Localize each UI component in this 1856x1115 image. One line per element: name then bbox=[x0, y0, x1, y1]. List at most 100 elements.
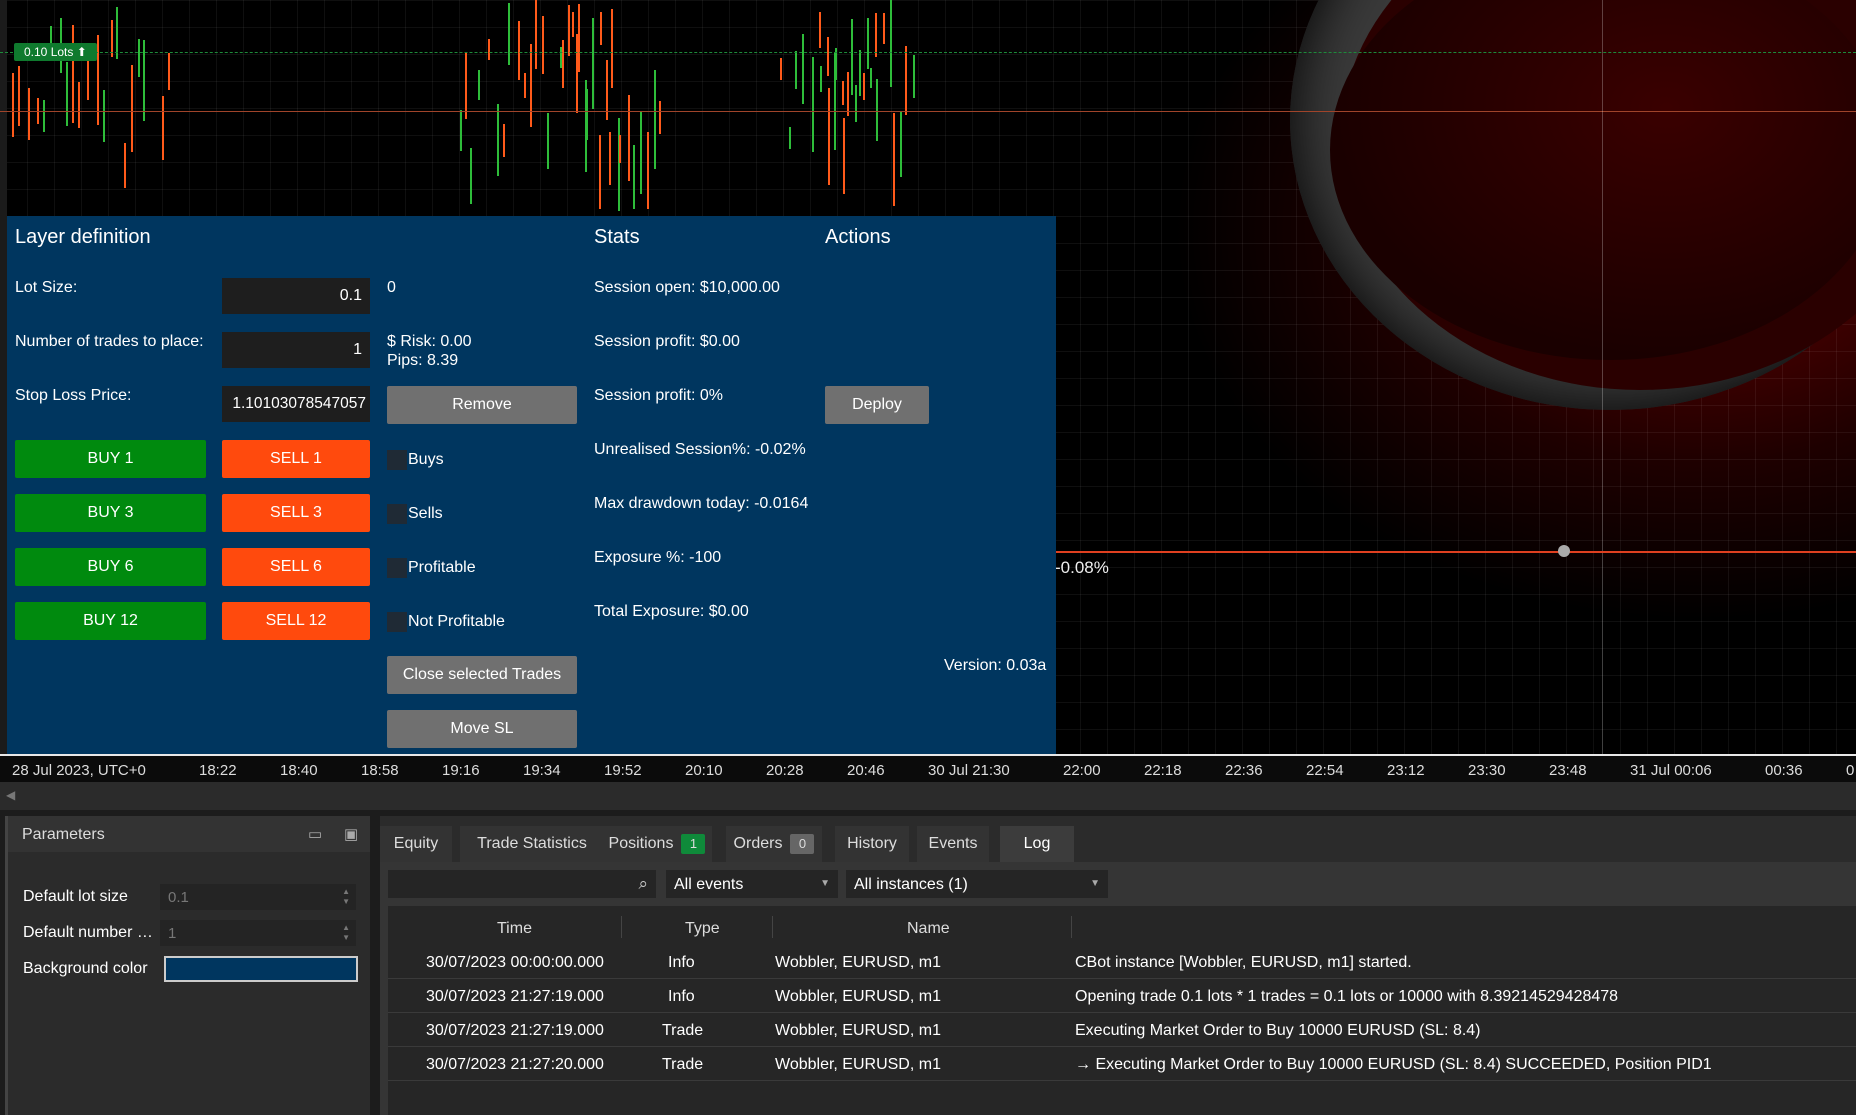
candle bbox=[812, 57, 814, 152]
chevron-down-icon: ▼ bbox=[1090, 878, 1100, 889]
candle bbox=[162, 96, 164, 160]
table-row[interactable]: 30/07/2023 21:27:20.000 Trade Wobbler, E… bbox=[388, 1046, 1856, 1081]
buy-12-button[interactable]: BUY 12 bbox=[15, 602, 206, 640]
sells-checkbox-label: Sells bbox=[408, 505, 443, 522]
time-tick: 19:34 bbox=[523, 762, 561, 779]
spinner-icon[interactable]: ▲ ▼ bbox=[342, 887, 350, 907]
layer-panel: Layer definition Stats Actions Lot Size:… bbox=[7, 216, 1056, 754]
time-tick: 22:54 bbox=[1306, 762, 1344, 779]
sell-3-button[interactable]: SELL 3 bbox=[222, 494, 370, 532]
stop-loss-input[interactable]: 1.10103078547057 bbox=[222, 386, 370, 422]
column-separator[interactable] bbox=[621, 916, 622, 938]
close-selected-trades-button[interactable]: Close selected Trades bbox=[387, 656, 577, 694]
tab-label: Positions bbox=[608, 835, 674, 852]
profitable-checkbox[interactable] bbox=[387, 558, 407, 578]
spinner-icon[interactable]: ▲ ▼ bbox=[342, 923, 350, 943]
lot-line[interactable] bbox=[0, 52, 1856, 53]
column-header-name[interactable]: Name bbox=[907, 920, 950, 938]
move-sl-button[interactable]: Move SL bbox=[387, 710, 577, 748]
candle bbox=[576, 34, 578, 113]
tab-orders[interactable]: Orders 0 bbox=[726, 826, 822, 862]
deploy-button[interactable]: Deploy bbox=[825, 386, 929, 424]
candle bbox=[851, 19, 853, 95]
time-axis[interactable]: 28 Jul 2023, UTC+0 18:22 18:40 18:58 19:… bbox=[0, 754, 1856, 784]
not-profitable-checkbox[interactable] bbox=[387, 612, 407, 632]
candle bbox=[795, 51, 797, 89]
buy-6-button[interactable]: BUY 6 bbox=[15, 548, 206, 586]
table-row[interactable]: 30/07/2023 21:27:19.000 Trade Wobbler, E… bbox=[388, 1012, 1856, 1047]
candle bbox=[819, 12, 821, 48]
candle bbox=[611, 9, 613, 88]
time-tick: 22:36 bbox=[1225, 762, 1263, 779]
actions-heading: Actions bbox=[825, 226, 891, 248]
time-tick: 20:10 bbox=[685, 762, 723, 779]
table-row[interactable]: 30/07/2023 00:00:00.000 Info Wobbler, EU… bbox=[388, 944, 1856, 979]
candle bbox=[12, 73, 14, 137]
buys-checkbox[interactable] bbox=[387, 450, 407, 470]
candle bbox=[547, 113, 549, 169]
log-panel: ⌕ All events ▼ All instances (1) ▼ Time … bbox=[380, 862, 1856, 1115]
chart-scrollbar[interactable]: ◀ bbox=[0, 782, 1856, 810]
log-name: Wobbler, EURUSD, m1 bbox=[775, 988, 941, 1005]
candle bbox=[518, 21, 520, 80]
lots-badge[interactable]: 0.10 Lots ⬆ bbox=[14, 43, 97, 61]
time-tick: 00:36 bbox=[1765, 762, 1803, 779]
num-trades-input[interactable]: 1 bbox=[222, 332, 370, 368]
candle bbox=[18, 66, 20, 126]
candle bbox=[883, 13, 885, 44]
candle bbox=[124, 143, 126, 188]
stat-exposure-pct: Exposure %: -100 bbox=[594, 549, 722, 566]
tab-trade-statistics[interactable]: Trade Statistics bbox=[460, 826, 604, 862]
param-lot-size-input[interactable]: 0.1 ▲ ▼ bbox=[160, 884, 356, 910]
time-tick: 20:28 bbox=[766, 762, 804, 779]
event-filter-dropdown[interactable]: All events ▼ bbox=[666, 870, 838, 898]
log-time: 30/07/2023 00:00:00.000 bbox=[426, 954, 604, 971]
log-time: 30/07/2023 21:27:19.000 bbox=[426, 1022, 604, 1039]
sell-12-button[interactable]: SELL 12 bbox=[222, 602, 370, 640]
tab-positions[interactable]: Positions 1 bbox=[602, 826, 712, 862]
tab-equity[interactable]: Equity bbox=[380, 826, 452, 862]
log-type: Info bbox=[668, 988, 695, 1005]
chart-left-edge bbox=[0, 0, 7, 782]
buy-3-button[interactable]: BUY 3 bbox=[15, 494, 206, 532]
candle bbox=[640, 112, 642, 194]
tab-events[interactable]: Events bbox=[917, 826, 989, 862]
log-type: Trade bbox=[662, 1056, 704, 1073]
remove-button[interactable]: Remove bbox=[387, 386, 577, 424]
time-tick: 23:30 bbox=[1468, 762, 1506, 779]
candle bbox=[66, 62, 68, 126]
save-icon[interactable]: ▣ bbox=[344, 825, 360, 843]
sell-6-button[interactable]: SELL 6 bbox=[222, 548, 370, 586]
column-header-type[interactable]: Type bbox=[685, 920, 720, 938]
search-icon[interactable]: ⌕ bbox=[638, 874, 648, 894]
candle bbox=[875, 13, 877, 57]
lot-size-input[interactable]: 0.1 bbox=[222, 278, 370, 314]
table-row[interactable]: 30/07/2023 21:27:19.000 Info Wobbler, EU… bbox=[388, 978, 1856, 1013]
sells-checkbox[interactable] bbox=[387, 504, 407, 524]
scroll-left-icon[interactable]: ◀ bbox=[6, 788, 15, 802]
candle bbox=[619, 135, 621, 163]
column-separator[interactable] bbox=[1071, 916, 1072, 938]
column-separator[interactable] bbox=[772, 916, 773, 938]
tab-label: Events bbox=[928, 835, 978, 852]
candle bbox=[508, 3, 510, 65]
instance-filter-dropdown[interactable]: All instances (1) ▼ bbox=[846, 870, 1108, 898]
equity-line bbox=[1055, 551, 1856, 553]
time-tick: 23:12 bbox=[1387, 762, 1425, 779]
column-header-time[interactable]: Time bbox=[497, 920, 532, 938]
log-message: → Executing Market Order to Buy 10000 EU… bbox=[1075, 1056, 1712, 1073]
parameters-panel: Parameters ▭ ▣ Default lot size 0.1 ▲ ▼ D… bbox=[5, 816, 370, 1115]
tab-history[interactable]: History bbox=[835, 826, 909, 862]
log-search-input[interactable]: ⌕ bbox=[388, 870, 656, 898]
candle bbox=[633, 145, 635, 209]
candle bbox=[572, 12, 574, 37]
param-num-trades-input[interactable]: 1 ▲ ▼ bbox=[160, 920, 356, 946]
background-color-picker[interactable] bbox=[164, 956, 358, 982]
equity-line-handle[interactable] bbox=[1558, 545, 1570, 557]
buy-1-button[interactable]: BUY 1 bbox=[15, 440, 206, 478]
candle bbox=[890, 0, 892, 87]
time-tick: 22:00 bbox=[1063, 762, 1101, 779]
sell-1-button[interactable]: SELL 1 bbox=[222, 440, 370, 478]
load-icon[interactable]: ▭ bbox=[308, 825, 324, 843]
tab-log[interactable]: Log bbox=[1000, 826, 1074, 862]
